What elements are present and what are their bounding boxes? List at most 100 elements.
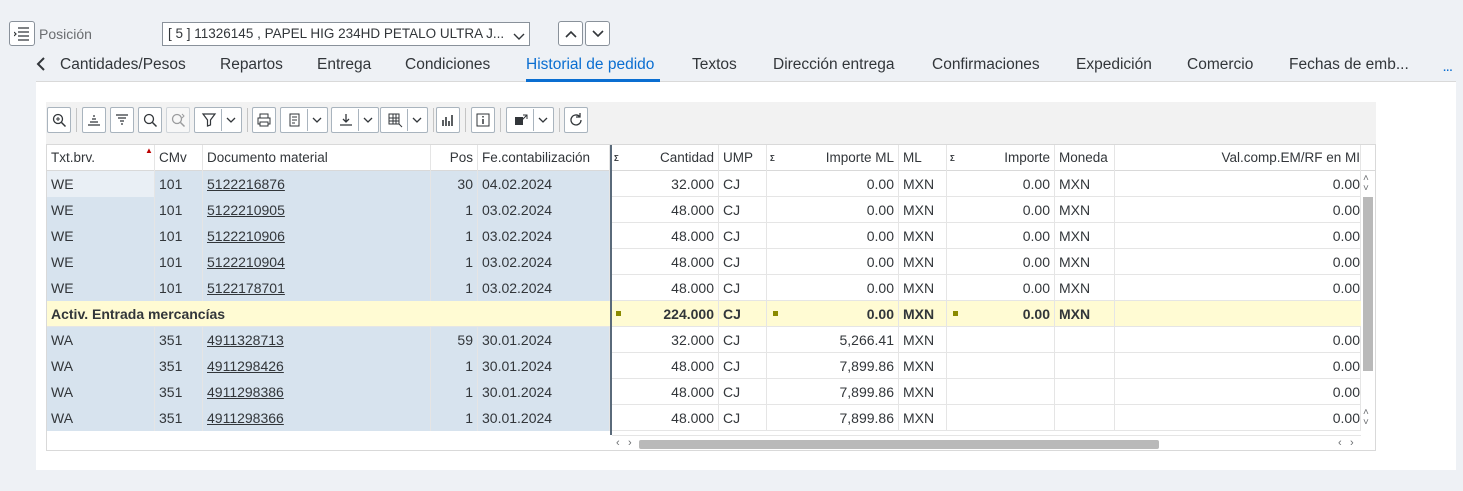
filter-button[interactable]	[194, 107, 242, 133]
material-document-link[interactable]: 4911298386	[207, 384, 284, 400]
column-header-fecha[interactable]: Fe.contabilización	[478, 145, 610, 171]
cell-material-document[interactable]: 4911298386	[203, 379, 431, 405]
column-header-txt[interactable]: Txt.brv.	[47, 145, 155, 171]
chevron-down-icon	[226, 117, 235, 123]
find-button[interactable]	[138, 107, 162, 133]
material-document-link[interactable]: 5122210904	[207, 254, 285, 270]
view-icon	[289, 113, 299, 127]
refresh-icon	[570, 113, 582, 126]
tab-historial-de-pedido[interactable]: Historial de pedido	[526, 56, 654, 74]
sort-descending-button[interactable]	[110, 107, 134, 133]
next-item-button[interactable]	[585, 21, 610, 46]
subtotal-cell-currency: MXN	[1055, 301, 1115, 327]
material-document-link[interactable]: 4911298366	[207, 410, 284, 426]
column-header-cantidad[interactable]: Cantidad	[612, 145, 719, 171]
cell-amount: 0.00	[947, 197, 1055, 223]
tab-entrega[interactable]: Entrega	[317, 56, 371, 74]
table-row[interactable]: WA 351 4911298366 1 30.01.2024 48.000 CJ 7,899.…	[47, 405, 1375, 431]
cell-material-document[interactable]: 4911328713	[203, 327, 431, 353]
tab-confirmaciones[interactable]: Confirmaciones	[932, 56, 1040, 74]
column-header-ump[interactable]: UMP	[719, 145, 767, 171]
material-document-link[interactable]: 5122216876	[207, 176, 285, 192]
tab-expedicion[interactable]: Expedición	[1076, 56, 1152, 74]
vertical-scrollbar[interactable]: ˄ ˅ ˄ ˅	[1361, 171, 1375, 435]
tab-condiciones[interactable]: Condiciones	[405, 56, 490, 74]
column-header-moneda[interactable]: Moneda	[1055, 145, 1115, 171]
tab-fechas-de-embarque[interactable]: Fechas de emb...	[1289, 56, 1409, 74]
refresh-button[interactable]	[564, 107, 588, 133]
tab-repartos[interactable]: Repartos	[220, 56, 283, 74]
cell-valcomp: 0.00	[1115, 379, 1361, 405]
cell-local-currency: MXN	[899, 197, 947, 223]
position-select[interactable]: [ 5 ] 11326145 , PAPEL HIG 234HD PETALO …	[162, 22, 530, 46]
column-header-cmv[interactable]: CMv	[155, 145, 203, 171]
item-detail-tabs: Cantidades/Pesos Repartos Entrega Condic…	[36, 48, 1456, 82]
material-document-link[interactable]: 4911328713	[207, 332, 284, 348]
more-tabs-button[interactable]: ...	[1442, 58, 1452, 75]
subtotal-row[interactable]: Activ. Entrada mercancías 224.000 CJ 0.00 MX…	[47, 301, 1375, 327]
tab-direccion-entrega[interactable]: Dirección entrega	[773, 56, 894, 74]
column-header-pos[interactable]: Pos	[431, 145, 478, 171]
cell-txt: WA	[47, 405, 155, 431]
previous-item-button[interactable]	[558, 21, 583, 46]
scroll-down-icon[interactable]: ˅	[1363, 183, 1369, 194]
table-row[interactable]: WE 101 5122178701 1 03.02.2024 48.000 CJ 0.00 MX…	[47, 275, 1375, 301]
material-document-link[interactable]: 5122178701	[207, 280, 285, 296]
table-row[interactable]: WA 351 4911298386 1 30.01.2024 48.000 CJ 7,899.…	[47, 379, 1375, 405]
cell-quantity: 48.000	[612, 405, 719, 431]
cell-quantity: 48.000	[612, 275, 719, 301]
scroll-down-icon[interactable]: ˅	[1363, 417, 1369, 428]
cell-currency	[1055, 405, 1115, 431]
cell-valcomp: 0.00	[1115, 275, 1361, 301]
chevron-down-icon	[412, 117, 421, 123]
vertical-scroll-thumb[interactable]	[1363, 197, 1373, 371]
tab-comercio[interactable]: Comercio	[1187, 56, 1253, 74]
layout-button[interactable]	[380, 107, 428, 133]
chevron-left-icon[interactable]	[36, 56, 52, 74]
cell-valcomp: 0.00	[1115, 405, 1361, 431]
scroll-left-icon[interactable]: ‹	[616, 437, 620, 449]
cell-material-document[interactable]: 4911298366	[203, 405, 431, 431]
cell-quantity: 48.000	[612, 353, 719, 379]
column-header-importe-ml[interactable]: Importe ML	[767, 145, 899, 171]
column-header-doc[interactable]: Documento material	[203, 145, 431, 171]
print-button[interactable]	[252, 107, 276, 133]
column-header-ml[interactable]: ML	[899, 145, 947, 171]
material-document-link[interactable]: 5122210905	[207, 202, 285, 218]
scroll-right-icon[interactable]: ›	[1350, 437, 1354, 449]
position-list-icon[interactable]	[9, 21, 35, 46]
export-button[interactable]	[331, 107, 379, 133]
find-next-button[interactable]	[166, 107, 190, 133]
table-row[interactable]: WE 101 5122210905 1 03.02.2024 48.000 CJ 0.00 MX…	[47, 197, 1375, 223]
cell-material-document[interactable]: 5122210904	[203, 249, 431, 275]
cell-material-document[interactable]: 5122210905	[203, 197, 431, 223]
grid-header: Txt.brv. ▲ CMv Documento material Pos Fe…	[47, 145, 1375, 171]
chart-button[interactable]	[436, 107, 460, 133]
cell-posting-date: 04.02.2024	[478, 171, 610, 197]
sort-ascending-button[interactable]	[82, 107, 106, 133]
column-header-valcomp[interactable]: Val.comp.EM/RF en MI	[1115, 145, 1361, 171]
material-document-link[interactable]: 4911298426	[207, 358, 284, 374]
horizontal-scroll-thumb[interactable]	[639, 440, 1159, 449]
view-button[interactable]	[280, 107, 328, 133]
horizontal-scrollbar[interactable]: ‹ › ‹ ›	[612, 435, 1361, 450]
table-row[interactable]: WE 101 5122210906 1 03.02.2024 48.000 CJ 0.00 MX…	[47, 223, 1375, 249]
table-row[interactable]: WA 351 4911328713 59 30.01.2024 32.000 CJ 5,266…	[47, 327, 1375, 353]
tab-cantidades-pesos[interactable]: Cantidades/Pesos	[60, 56, 186, 74]
cell-amount: 0.00	[947, 223, 1055, 249]
scroll-left-icon[interactable]: ‹	[1338, 437, 1342, 449]
details-button[interactable]	[47, 107, 71, 133]
action-button[interactable]	[506, 107, 554, 133]
tab-textos[interactable]: Textos	[692, 56, 737, 74]
table-row[interactable]: WE 101 5122216876 30 04.02.2024 32.000 CJ 0.00 M…	[47, 171, 1375, 197]
column-header-importe[interactable]: Importe	[947, 145, 1055, 171]
table-row[interactable]: WE 101 5122210904 1 03.02.2024 48.000 CJ 0.00 MX…	[47, 249, 1375, 275]
table-row[interactable]: WA 351 4911298426 1 30.01.2024 48.000 CJ 7,899.…	[47, 353, 1375, 379]
cell-material-document[interactable]: 5122178701	[203, 275, 431, 301]
info-button[interactable]	[471, 107, 495, 133]
cell-material-document[interactable]: 5122216876	[203, 171, 431, 197]
scroll-right-icon[interactable]: ›	[628, 437, 632, 449]
cell-material-document[interactable]: 4911298426	[203, 353, 431, 379]
cell-material-document[interactable]: 5122210906	[203, 223, 431, 249]
material-document-link[interactable]: 5122210906	[207, 228, 285, 244]
